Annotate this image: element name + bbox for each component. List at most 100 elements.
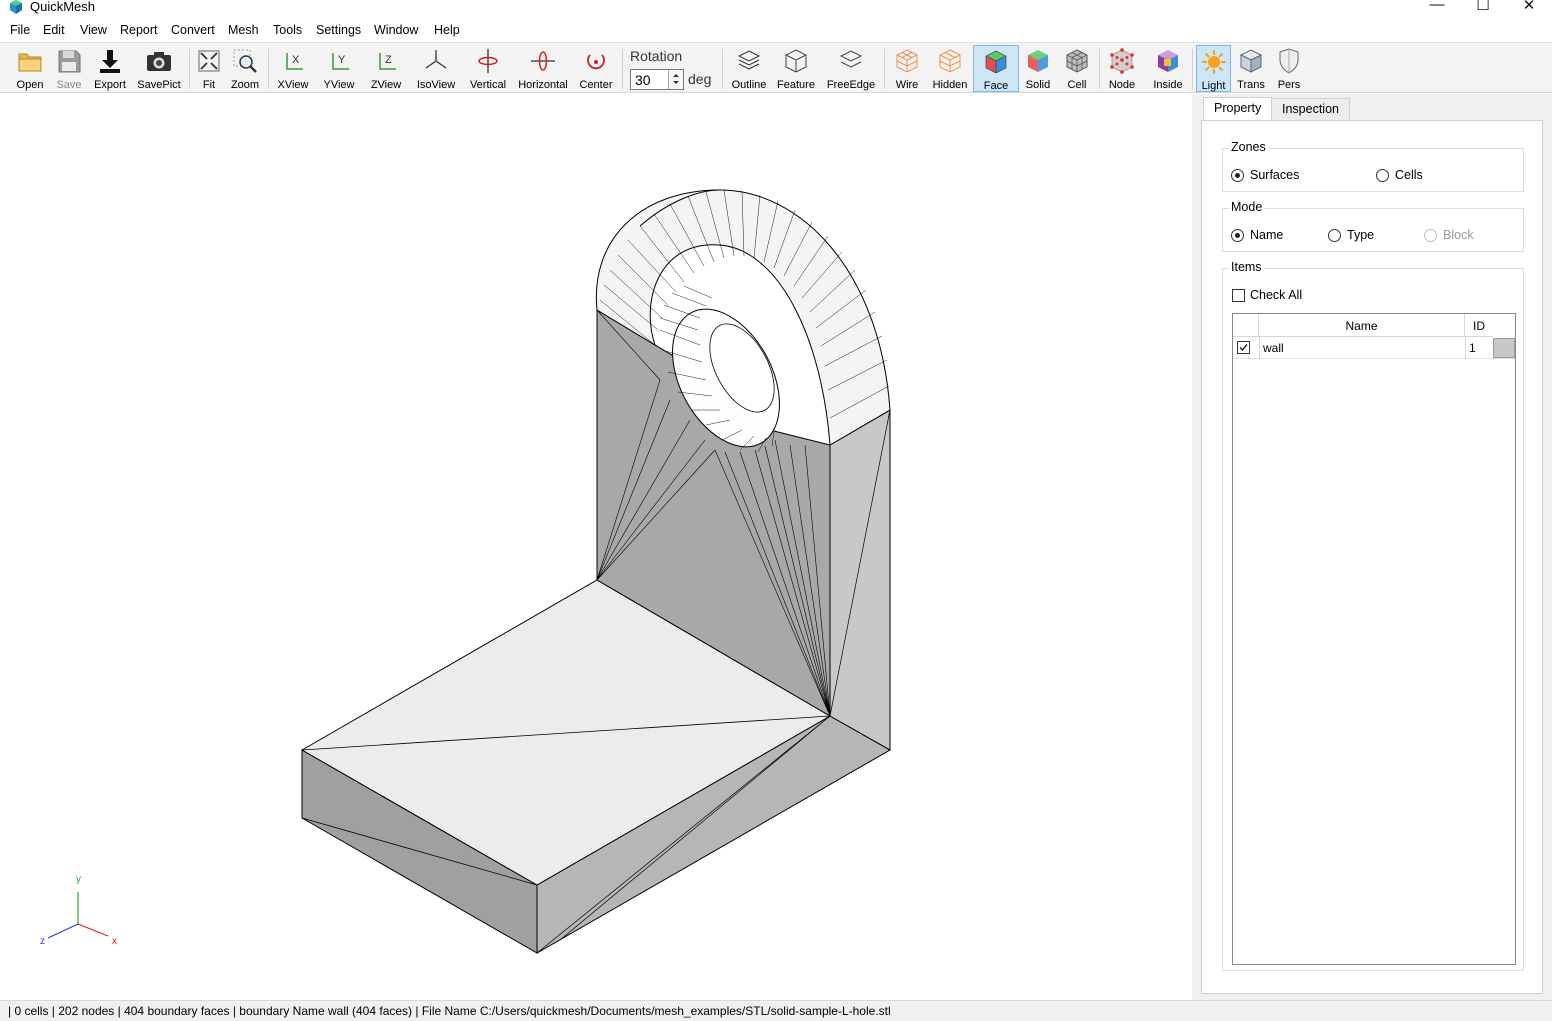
cell-mesh-icon (1066, 49, 1088, 73)
axis-triad (47, 892, 109, 939)
svg-text:X: X (292, 54, 300, 66)
trans-button[interactable]: Trans (1233, 45, 1269, 92)
free-edge-icon (839, 50, 863, 68)
row-color-swatch[interactable] (1493, 338, 1515, 358)
center-button[interactable]: Center (576, 45, 616, 92)
toolbar-separator (884, 49, 885, 89)
cell-button[interactable]: Cell (1060, 45, 1094, 92)
axis-x-label: x (112, 936, 117, 947)
toolbar-separator (268, 49, 269, 89)
panel-splitter[interactable] (1192, 94, 1200, 1000)
feature-edge-cube-icon (785, 49, 807, 73)
app-logo-icon (10, 0, 22, 14)
maximize-button[interactable]: ☐ (1460, 0, 1506, 18)
light-button[interactable]: Light (1196, 45, 1231, 92)
toolbar: Open Save Export SavePict Fit Zoom X XVi… (0, 42, 1552, 93)
open-button[interactable]: Open (10, 45, 50, 92)
radio-icon (1328, 229, 1341, 242)
close-button[interactable]: ✕ (1506, 0, 1552, 18)
savepict-button[interactable]: SavePict (134, 45, 184, 92)
y-axis-view-icon: Y (332, 53, 349, 70)
menu-settings[interactable]: Settings (316, 23, 361, 37)
items-title: Items (1229, 260, 1264, 274)
save-button[interactable]: Save (50, 45, 88, 92)
property-tab-page: Zones Surfaces Cells Mode Name Type Bloc… (1201, 120, 1543, 994)
node-button[interactable]: Node (1104, 45, 1140, 92)
toolbar-separator (722, 49, 723, 89)
fit-button[interactable]: Fit (192, 45, 226, 92)
outline-button[interactable]: Outline (728, 45, 770, 92)
solid-cube-icon (1028, 50, 1048, 72)
inside-button[interactable]: Inside (1148, 45, 1188, 92)
menu-file[interactable]: File (10, 23, 30, 37)
horizontal-rotate-icon (531, 51, 555, 71)
status-bar: | 0 cells | 202 nodes | 404 boundary fac… (0, 1000, 1552, 1021)
floppy-disk-icon (58, 50, 81, 73)
pers-button[interactable]: Pers (1272, 45, 1306, 92)
menu-edit[interactable]: Edit (43, 23, 65, 37)
vertical-button[interactable]: Vertical (465, 45, 511, 92)
zoom-button[interactable]: Zoom (227, 45, 263, 92)
window-title: QuickMesh (30, 0, 96, 14)
hidden-line-cube-icon (939, 49, 961, 73)
feature-button[interactable]: Feature (774, 45, 818, 92)
iso-axes-icon (425, 50, 447, 69)
solid-button[interactable]: Solid (1022, 45, 1054, 92)
minimize-button[interactable]: — (1414, 0, 1460, 18)
3d-viewport[interactable]: y x z (0, 94, 1192, 1000)
outline-layers-icon (737, 50, 761, 70)
menu-mesh[interactable]: Mesh (228, 23, 259, 37)
face-button[interactable]: Face (973, 45, 1019, 92)
tab-property[interactable]: Property (1203, 97, 1273, 121)
toolbar-separator (622, 49, 623, 89)
download-icon (100, 50, 120, 73)
tab-inspection[interactable]: Inspection (1271, 98, 1350, 120)
mode-title: Mode (1229, 200, 1265, 214)
svg-text:Z: Z (385, 54, 392, 66)
row-id: 1 (1469, 341, 1476, 355)
toolbar-separator (189, 49, 190, 89)
table-column-divider (1259, 337, 1260, 359)
property-panel: Property Inspection Zones Surfaces Cells… (1200, 94, 1552, 1000)
check-all-label[interactable]: Check All (1250, 288, 1302, 302)
radio-icon (1424, 229, 1437, 242)
menu-help[interactable]: Help (434, 23, 460, 37)
zones-title: Zones (1229, 140, 1268, 154)
hidden-button[interactable]: Hidden (930, 45, 970, 92)
isoview-button[interactable]: IsoView (412, 45, 460, 92)
mode-group: Mode Name Type Block (1222, 200, 1524, 252)
toolbar-separator (1192, 49, 1193, 89)
menu-report[interactable]: Report (120, 23, 158, 37)
wire-button[interactable]: Wire (888, 45, 926, 92)
spinner-arrows-icon (673, 74, 679, 84)
menu-convert[interactable]: Convert (171, 23, 215, 37)
row-checkbox[interactable] (1237, 341, 1250, 354)
perspective-shield-icon (1279, 48, 1299, 74)
mesh-model-render (300, 189, 892, 954)
table-header-id[interactable]: ID (1465, 314, 1493, 337)
inside-cube-icon (1158, 50, 1178, 72)
check-all-checkbox[interactable] (1232, 289, 1245, 302)
radio-selected-icon (1231, 229, 1244, 242)
menu-tools[interactable]: Tools (273, 23, 302, 37)
transparent-cube-icon (1239, 49, 1263, 73)
table-row[interactable]: wall 1 (1233, 337, 1515, 359)
menu-view[interactable]: View (80, 23, 107, 37)
axis-z-label: z (40, 936, 45, 947)
table-column-divider (1465, 337, 1466, 359)
menu-window[interactable]: Window (374, 23, 418, 37)
export-button[interactable]: Export (90, 45, 130, 92)
rotation-unit: deg (688, 71, 712, 87)
status-text: | 0 cells | 202 nodes | 404 boundary fac… (8, 1004, 891, 1018)
table-header-name[interactable]: Name (1259, 314, 1465, 337)
table-header-check (1233, 314, 1259, 337)
sun-light-icon (1201, 50, 1226, 74)
yview-button[interactable]: Y YView (320, 45, 358, 92)
horizontal-button[interactable]: Horizontal (515, 45, 571, 92)
svg-text:Y: Y (338, 54, 346, 66)
zview-button[interactable]: Z ZView (366, 45, 406, 92)
toolbar-separator (1099, 49, 1100, 89)
freeedge-button[interactable]: FreeEdge (824, 45, 878, 92)
xview-button[interactable]: X XView (274, 45, 312, 92)
rotation-spinner[interactable] (668, 70, 683, 89)
